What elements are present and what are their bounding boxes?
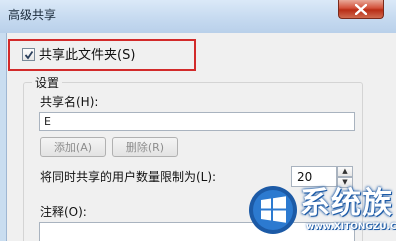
watermark-brand: 系统族 — [300, 186, 393, 221]
close-button[interactable] — [338, 0, 384, 19]
share-name-label: 共享名(H): — [40, 95, 99, 109]
user-limit-label: 将同时共享的用户数量限制为(L): — [40, 170, 217, 184]
share-name-input[interactable]: E — [39, 112, 355, 131]
close-icon — [355, 3, 367, 15]
settings-group-legend: 设置 — [32, 74, 63, 91]
window-title: 高级共享 — [8, 8, 57, 22]
share-folder-checkbox[interactable] — [22, 48, 35, 61]
title-bar: 高级共享 — [0, 0, 396, 33]
add-button[interactable]: 添加(A) — [40, 137, 106, 157]
checkmark-icon — [24, 50, 33, 59]
share-folder-label[interactable]: 共享此文件夹(S) — [39, 44, 135, 63]
watermark-url: www.XITONGZU.COM — [306, 222, 396, 232]
remove-button[interactable]: 删除(R) — [112, 137, 178, 157]
comment-label: 注释(O): — [40, 205, 87, 219]
